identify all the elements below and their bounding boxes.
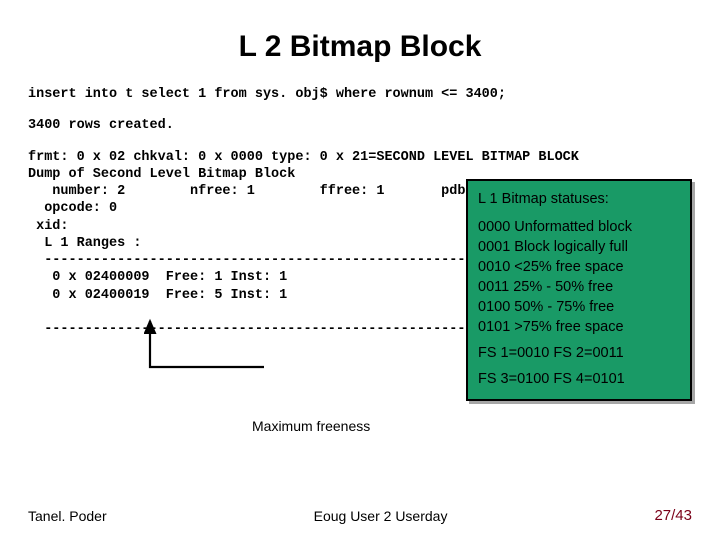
status-line: 0010 <25% free space: [478, 257, 680, 277]
status-line: 0001 Block logically full: [478, 237, 680, 257]
status-fs-b: FS 3=0100 FS 4=0101: [478, 369, 680, 389]
footer-event: Eoug User 2 Userday: [107, 508, 655, 524]
slide-footer: Tanel. Poder Eoug User 2 Userday 27/43: [28, 507, 692, 524]
status-line: 0011 25% - 50% free: [478, 277, 680, 297]
dump-area: frmt: 0 x 02 chkval: 0 x 0000 type: 0 x …: [28, 149, 692, 339]
sql-result: 3400 rows created.: [28, 117, 692, 134]
status-line: 0100 50% - 75% free: [478, 297, 680, 317]
sql-statement: insert into t select 1 from sys. obj$ wh…: [28, 86, 692, 103]
slide-title: L 2 Bitmap Block: [28, 30, 692, 64]
bitmap-status-box: L 1 Bitmap statuses: 0000 Unformatted bl…: [466, 179, 692, 401]
status-line: 0101 >75% free space: [478, 317, 680, 337]
footer-page: 27/43: [654, 507, 692, 524]
status-fs-a: FS 1=0010 FS 2=0011: [478, 343, 680, 363]
footer-author: Tanel. Poder: [28, 508, 107, 524]
arrow-caption: Maximum freeness: [252, 418, 370, 434]
status-header: L 1 Bitmap statuses:: [478, 189, 680, 209]
status-line: 0000 Unformatted block: [478, 217, 680, 237]
